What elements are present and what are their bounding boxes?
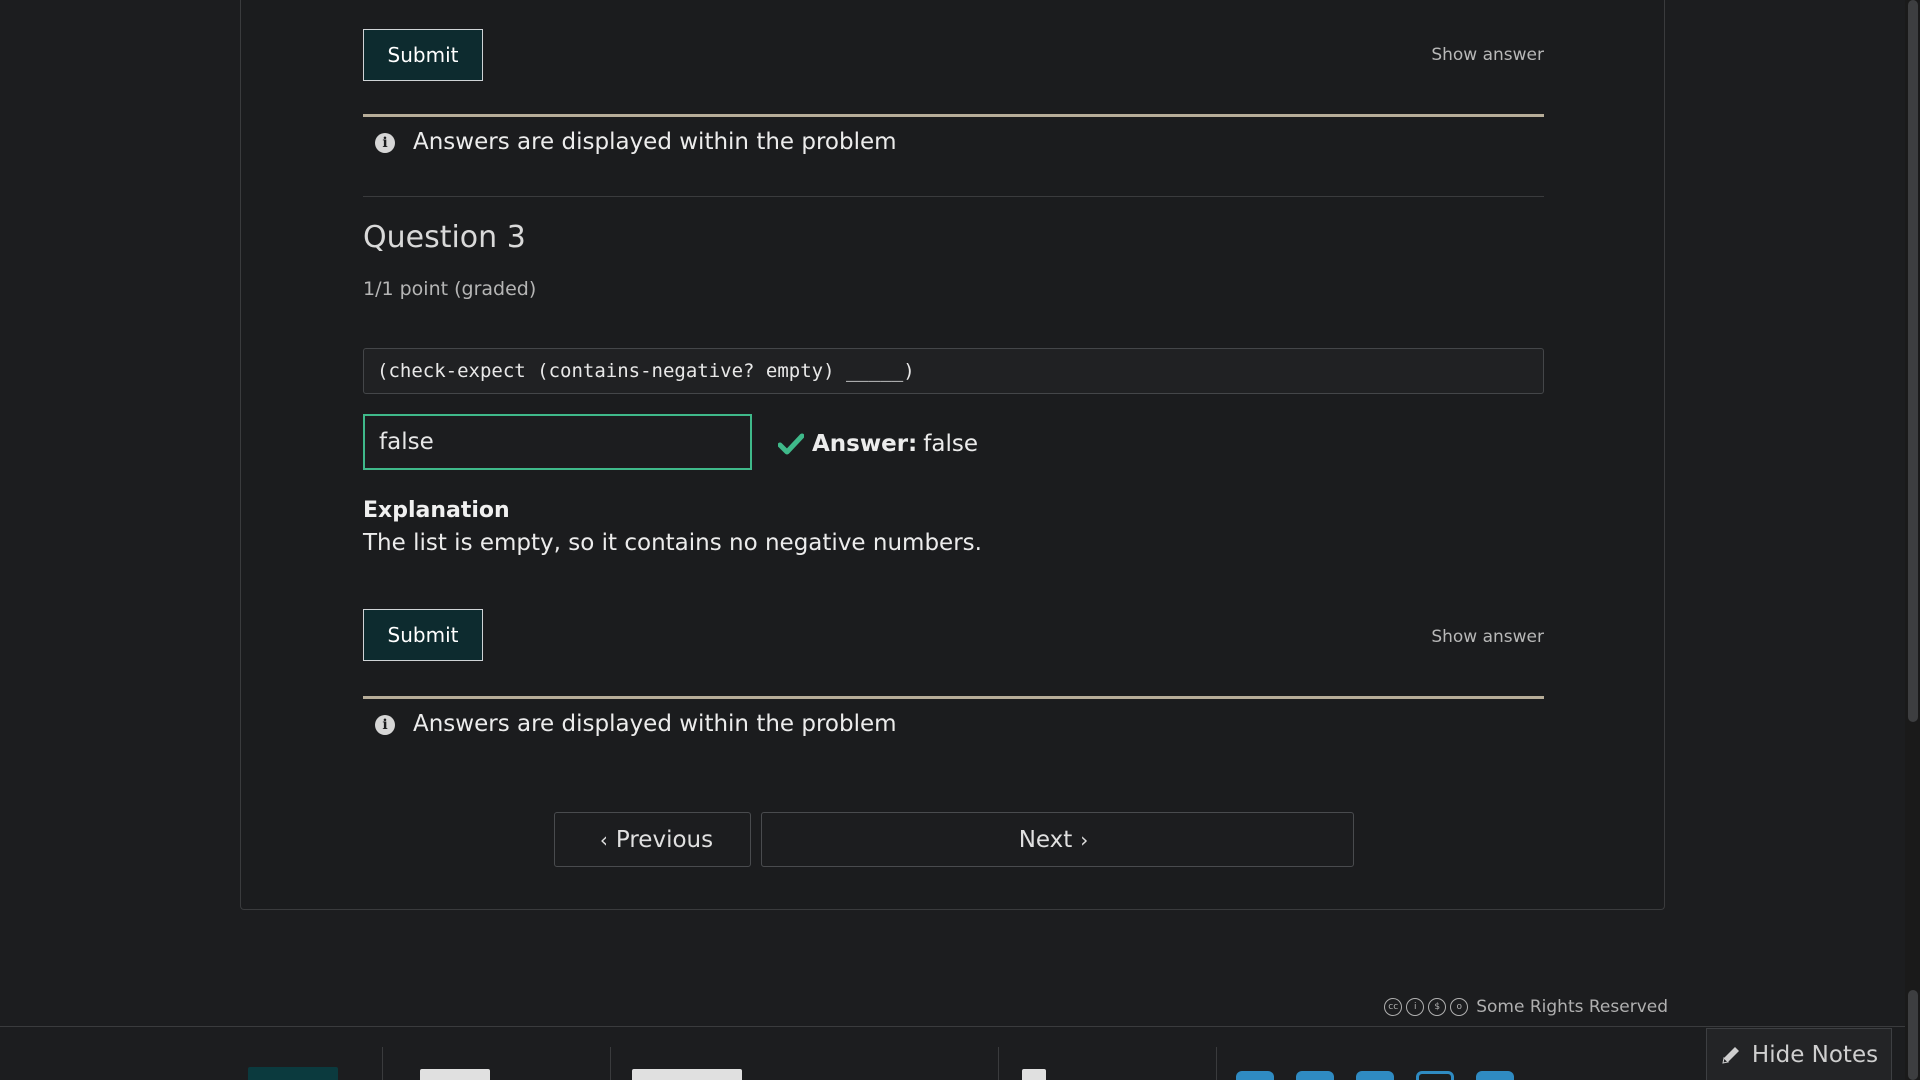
reddit-icon[interactable] (1476, 1071, 1514, 1080)
twitter-icon[interactable] (1296, 1071, 1334, 1080)
notification-text: Answers are displayed within the problem (413, 711, 897, 737)
footer-separator (382, 1047, 383, 1080)
question-title: Question 3 (363, 220, 526, 255)
footer-separator (998, 1047, 999, 1080)
answer-status: Answer: false (778, 431, 978, 457)
footer-separator (610, 1047, 611, 1080)
chevron-right-icon: › (1080, 827, 1089, 852)
footer-separator (1216, 1047, 1217, 1080)
question-points: 1/1 point (graded) (363, 278, 537, 300)
footer-heading (420, 1069, 490, 1080)
cc-sa-icon: o (1450, 998, 1469, 1016)
checkmark-icon (778, 433, 804, 455)
cc-nc-icon: $ (1428, 998, 1447, 1016)
hide-notes-label: Hide Notes (1751, 1041, 1879, 1068)
info-icon: i (375, 715, 395, 735)
courseware-content: Submit Show answer i Answers are display… (240, 0, 1665, 910)
notification-text: Answers are displayed within the problem (413, 129, 897, 155)
scrollbar-thumb-secondary[interactable] (1908, 990, 1918, 1080)
next-button[interactable]: Next › (761, 812, 1354, 867)
cc-by-icon: i (1406, 998, 1425, 1016)
next-label: Next (1018, 826, 1073, 853)
explanation-text: The list is empty, so it contains no neg… (363, 530, 982, 556)
linkedin-icon[interactable] (1356, 1071, 1394, 1080)
show-answer-button[interactable]: Show answer (1431, 45, 1544, 65)
show-answer-button[interactable]: Show answer (1431, 627, 1544, 647)
divider (363, 196, 1544, 197)
scrollbar[interactable] (1905, 0, 1920, 1080)
rights-text: Some Rights Reserved (1476, 997, 1668, 1017)
notification-bar: i Answers are displayed within the probl… (363, 114, 1544, 196)
info-icon: i (375, 133, 395, 153)
instagram-icon[interactable] (1416, 1071, 1454, 1080)
facebook-icon[interactable] (1236, 1071, 1274, 1080)
page: Submit Show answer i Answers are display… (0, 0, 1920, 1080)
chevron-left-icon: ‹ (599, 827, 608, 852)
explanation-title: Explanation (363, 498, 510, 523)
footer-logo[interactable] (248, 1067, 338, 1080)
license-info[interactable]: cc i $ o Some Rights Reserved (1384, 997, 1668, 1017)
code-prompt: (check-expect (contains-negative? empty)… (363, 348, 1544, 394)
pencil-icon (1722, 1046, 1739, 1064)
cc-icon: cc (1384, 998, 1403, 1016)
previous-label: Previous (615, 826, 714, 853)
site-footer (0, 1026, 1905, 1080)
answer-label: Answer: (812, 431, 918, 457)
footer-heading (1022, 1069, 1046, 1080)
submit-button[interactable]: Submit (363, 29, 483, 81)
submit-button[interactable]: Submit (363, 609, 483, 661)
answer-input[interactable] (363, 414, 752, 470)
notification-bar: i Answers are displayed within the probl… (363, 696, 1544, 778)
previous-button[interactable]: ‹ Previous (554, 812, 751, 867)
scrollbar-thumb[interactable] (1908, 0, 1918, 722)
answer-value: false (923, 431, 978, 457)
hide-notes-button[interactable]: Hide Notes (1706, 1028, 1892, 1080)
footer-heading (632, 1069, 742, 1080)
